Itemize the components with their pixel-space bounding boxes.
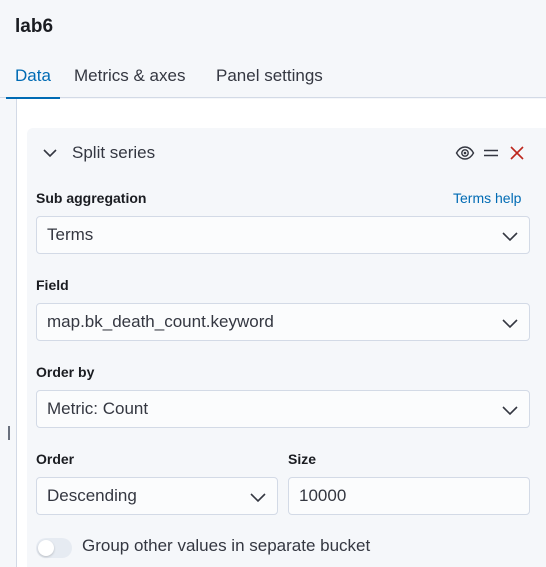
panel-title: Split series [72, 143, 156, 162]
chevron-down-icon [502, 319, 518, 329]
drag-handle-icon[interactable] [481, 143, 501, 163]
close-icon[interactable] [507, 143, 527, 163]
tab-panel-settings[interactable]: Panel settings [216, 62, 323, 98]
size-value: 10000 [299, 486, 347, 505]
field-value: map.bk_death_count.keyword [47, 312, 274, 331]
eye-icon[interactable] [455, 143, 475, 163]
sub-aggregation-value: Terms [47, 225, 94, 244]
visualization-title: lab6 [15, 16, 54, 37]
order-by-value: Metric: Count [47, 399, 149, 418]
tab-data[interactable]: Data [6, 62, 60, 99]
chevron-down-icon [502, 406, 518, 416]
panel-header[interactable]: Split series [42, 141, 155, 165]
sub-aggregation-label: Sub aggregation [36, 190, 147, 206]
chevron-down-icon [502, 232, 518, 242]
size-label: Size [288, 451, 317, 467]
field-label: Field [36, 277, 69, 293]
terms-help-link[interactable]: Terms help [453, 190, 521, 206]
size-input[interactable]: 10000 [288, 477, 530, 515]
rail-marker [8, 426, 10, 440]
group-other-toggle[interactable] [36, 538, 72, 558]
sub-aggregation-select[interactable]: Terms [36, 216, 530, 254]
order-label: Order [36, 451, 75, 467]
sidebar-rail [8, 99, 17, 567]
editor-header: lab6 Data Metrics & axes Panel settings [0, 0, 546, 99]
tab-metrics-axes[interactable]: Metrics & axes [74, 62, 185, 98]
order-by-label: Order by [36, 364, 95, 380]
order-value: Descending [47, 486, 137, 505]
group-other-label: Group other values in separate bucket [82, 536, 371, 555]
chevron-down-icon [250, 493, 266, 503]
order-select[interactable]: Descending [36, 477, 278, 515]
chevron-down-icon[interactable] [42, 145, 58, 161]
order-by-select[interactable]: Metric: Count [36, 390, 530, 428]
panel-actions [455, 143, 527, 163]
toggle-knob [38, 540, 54, 556]
field-select[interactable]: map.bk_death_count.keyword [36, 303, 530, 341]
